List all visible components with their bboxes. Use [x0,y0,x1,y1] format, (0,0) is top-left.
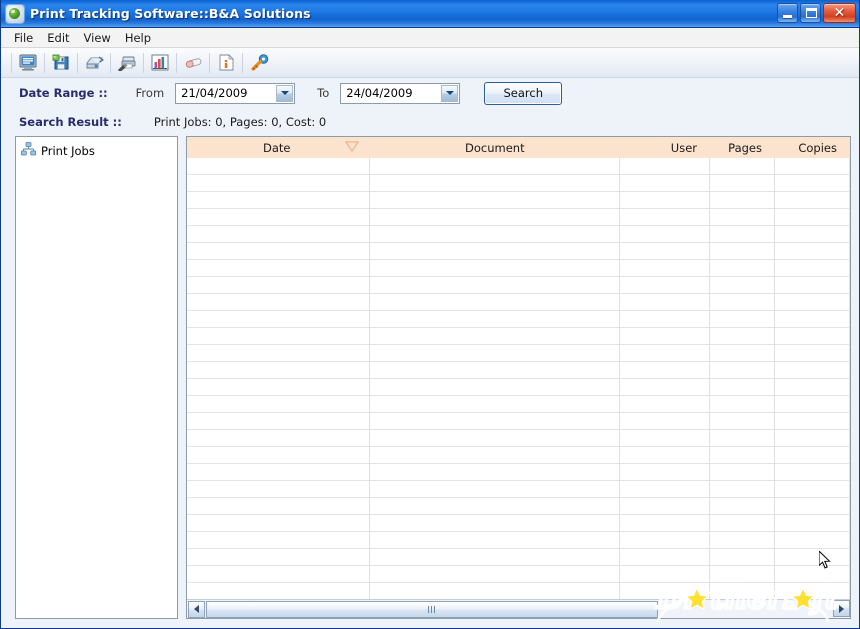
toolbar-button-settings-key[interactable] [246,51,272,75]
toolbar-button-printer-brush[interactable] [114,51,140,75]
chevron-down-icon[interactable] [441,84,459,102]
printer-brush-icon [117,54,137,71]
menu-item-edit[interactable]: Edit [40,29,76,47]
search-result-row: Search Result :: Print Jobs: 0, Pages: 0… [1,108,859,136]
column-header-user-label: User [670,140,697,155]
window-controls: ✕ [777,3,856,23]
toolbar-button-eraser[interactable] [180,51,206,75]
menu-item-view[interactable]: View [77,29,118,47]
search-result-label: Search Result :: [19,115,122,129]
toolbar-separator [209,52,210,73]
from-date-combobox[interactable]: 21/04/2009 [175,82,296,104]
from-date-value: 21/04/2009 [181,86,248,100]
network-hierarchy-icon [20,142,37,159]
to-label: To [317,86,330,100]
menu-item-help[interactable]: Help [118,29,158,47]
toolbar-separator [110,52,111,73]
column-header-pages-label: Pages [728,140,762,155]
search-panel: Date Range :: From 21/04/2009 To 24/04/2… [1,78,859,136]
column-divider [709,158,710,599]
info-document-icon [219,54,234,71]
globe-green-icon [6,4,24,23]
date-range-label: Date Range :: [19,86,108,100]
application-window: Print Tracking Software::B&A Solutions ✕… [0,0,860,629]
grid-empty-rows [187,158,850,599]
chevron-down-icon[interactable] [276,84,294,102]
minimize-button[interactable] [777,3,798,23]
maximize-icon [806,8,817,18]
column-divider [849,158,850,599]
sort-descending-icon[interactable] [344,141,360,153]
column-header-pages[interactable]: Pages [709,137,774,158]
tree-item-print-jobs[interactable]: Print Jobs [20,142,177,159]
from-label: From [135,86,165,100]
column-header-date-label: Date [263,140,291,155]
toolbar-separator [11,52,12,73]
toolbar-button-save-network[interactable] [48,51,74,75]
toolbar-button-bar-chart[interactable] [147,51,173,75]
maximize-button[interactable] [800,3,821,23]
print-jobs-tree-panel[interactable]: Print Jobs [15,136,178,619]
scroll-right-arrow[interactable] [833,600,850,617]
monitor-display-icon [19,54,37,71]
column-divider [619,158,620,599]
grid-header-row: Date Document User Pages Copies [187,137,850,158]
menu-item-file[interactable]: File [7,29,40,47]
column-header-document[interactable]: Document [369,137,619,158]
toolbar-separator [44,52,45,73]
toolbar-button-monitor[interactable] [15,51,41,75]
toolbar-separator [176,52,177,73]
eraser-icon [184,55,203,70]
search-button[interactable]: Search [484,81,563,105]
minimize-icon [783,15,792,18]
grip-icon [428,605,436,613]
scrollbar-track[interactable] [206,600,849,618]
grid-body[interactable] [187,158,850,599]
column-header-copies[interactable]: Copies [774,137,849,158]
to-date-combobox[interactable]: 24/04/2009 [340,82,461,104]
toolbar [1,48,859,78]
menu-bar: File Edit View Help [1,28,859,48]
column-header-user[interactable]: User [619,137,709,158]
title-bar: Print Tracking Software::B&A Solutions ✕ [1,0,859,28]
column-divider [369,158,370,599]
column-header-date[interactable]: Date [187,137,369,158]
toolbar-button-print-preview[interactable] [81,51,107,75]
toolbar-separator [143,52,144,73]
column-header-copies-label: Copies [798,140,837,155]
toolbar-separator [77,52,78,73]
horizontal-scrollbar[interactable] [187,599,850,618]
date-range-row: Date Range :: From 21/04/2009 To 24/04/2… [1,78,859,108]
column-header-document-label: Document [465,140,525,155]
bar-chart-icon [151,54,169,71]
search-result-value: Print Jobs: 0, Pages: 0, Cost: 0 [153,115,327,129]
scrollbar-thumb[interactable] [206,600,658,618]
toolbar-separator [242,52,243,73]
print-jobs-grid: Date Document User Pages Copies [186,136,851,619]
toolbar-button-info-document[interactable] [213,51,239,75]
close-icon: ✕ [833,5,846,21]
column-divider [774,158,775,599]
to-date-value: 24/04/2009 [346,86,413,100]
save-network-icon [52,54,70,71]
tree-item-label: Print Jobs [41,143,95,158]
scroll-left-arrow[interactable] [188,600,205,618]
window-title: Print Tracking Software::B&A Solutions [30,6,311,21]
content-area: Print Jobs Date Document User Pages Copi… [1,136,859,628]
key-settings-icon [250,54,269,71]
close-button[interactable]: ✕ [823,3,856,23]
print-preview-icon [85,54,104,71]
